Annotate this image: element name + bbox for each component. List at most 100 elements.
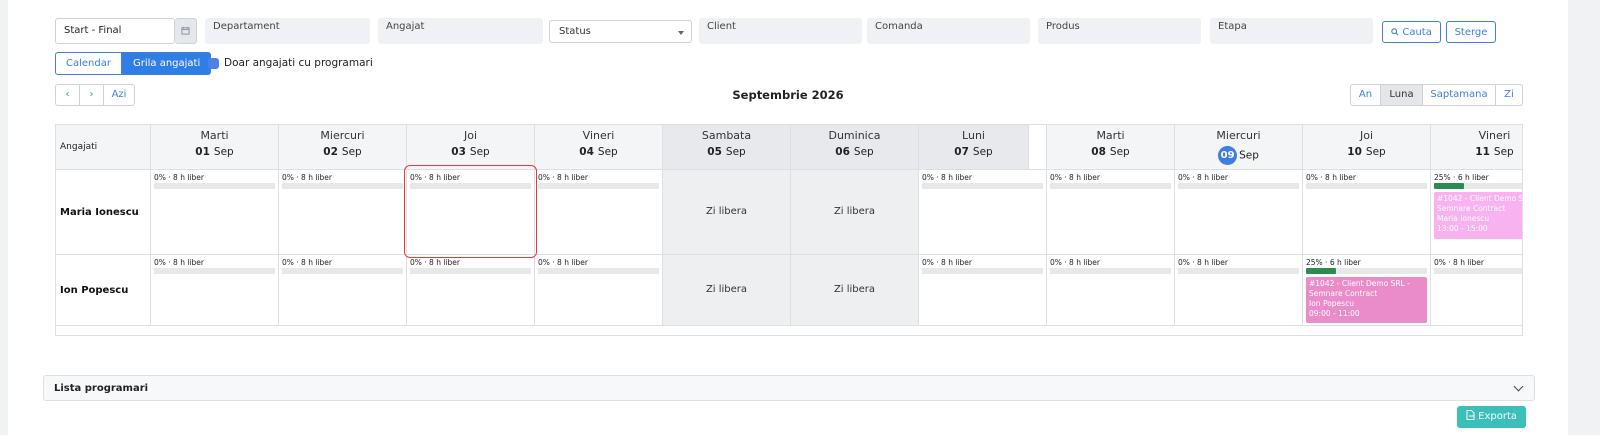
schedule-cell[interactable]: 0% · 8 h liber <box>151 170 279 255</box>
day-date: 07 Sep <box>919 146 1028 158</box>
day-number: 07 <box>954 146 969 158</box>
day-header[interactable]: Luni 07 Sep <box>919 125 1029 170</box>
day-header[interactable]: Joi 10 Sep <box>1303 125 1431 170</box>
checkbox-checked-icon <box>208 57 219 69</box>
day-month: Sep <box>469 146 490 158</box>
appointment-line4: 09:00 - 11:00 <box>1309 309 1360 318</box>
schedule-cell[interactable]: 0% · 8 h liber <box>535 170 663 255</box>
capacity-bar-fill <box>1434 183 1465 189</box>
capacity-label: 25% · 6 h liber <box>1306 258 1361 267</box>
capacity-bar <box>154 183 275 189</box>
day-header[interactable]: Marti 01 Sep <box>151 125 279 170</box>
day-header[interactable]: Miercuri 02 Sep <box>279 125 407 170</box>
schedule-cell[interactable]: 25% · 6 h liber #1042 - Client Demo SRL -… <box>1431 170 1522 255</box>
day-header[interactable]: Marti 08 Sep <box>1047 125 1175 170</box>
day-header[interactable]: Vineri 11 Sep <box>1431 125 1522 170</box>
schedule-cell[interactable]: Zi libera <box>791 255 919 326</box>
etapa-input[interactable]: Etapa <box>1210 18 1373 44</box>
range-year-button[interactable]: An <box>1350 84 1381 106</box>
day-date: 09 Sep <box>1175 146 1302 165</box>
schedule-cell[interactable]: 0% · 8 h liber <box>1175 170 1303 255</box>
appointment-line2: Semnare Contract <box>1437 204 1506 213</box>
day-off-label: Zi libera <box>705 205 748 217</box>
chevron-down-icon <box>1513 381 1524 392</box>
schedule-cell[interactable]: 0% · 8 h liber <box>407 255 535 326</box>
appointment-line1: #1042 - Client Demo SRL - <box>1309 279 1410 288</box>
day-name: Joi <box>1359 129 1374 142</box>
day-month: Sep <box>1109 146 1130 158</box>
schedule-cell[interactable]: 0% · 8 h liber <box>535 255 663 326</box>
chevron-down-icon <box>678 31 684 35</box>
range-week-button[interactable]: Saptamana <box>1423 84 1496 106</box>
schedule-cell[interactable]: 0% · 8 h liber <box>279 170 407 255</box>
schedule-cell[interactable]: 0% · 8 h liber <box>151 255 279 326</box>
schedule-cell[interactable]: 0% · 8 h liber <box>1175 255 1303 326</box>
day-month: Sep <box>213 146 234 158</box>
day-number: 03 <box>451 146 466 158</box>
status-select[interactable]: Status <box>549 20 692 43</box>
day-date: 01 Sep <box>151 146 278 158</box>
clear-button[interactable]: Sterge <box>1446 21 1496 43</box>
appointments-list-accordion[interactable]: Lista programari <box>43 375 1535 401</box>
day-name: Vineri <box>582 129 615 142</box>
capacity-label: 0% · 8 h liber <box>538 258 588 267</box>
schedule-cell[interactable]: Zi libera <box>663 170 791 255</box>
range-day-button[interactable]: Zi <box>1496 84 1523 106</box>
angajat-input[interactable]: Angajat <box>378 18 543 44</box>
schedule-cell[interactable]: 0% · 8 h liber <box>1047 255 1175 326</box>
client-input[interactable]: Client <box>699 18 862 44</box>
status-select-value: Status <box>559 26 591 37</box>
calendar-view-button[interactable]: Calendar <box>55 52 122 75</box>
day-header[interactable]: Duminica 06 Sep <box>791 125 919 170</box>
day-header[interactable]: Sambata 05 Sep <box>663 125 791 170</box>
employee-name: Maria Ionescu <box>56 170 151 255</box>
day-date: 05 Sep <box>663 146 790 158</box>
day-number: 10 <box>1347 146 1362 158</box>
view-toggle: Calendar Grila angajati <box>55 52 212 75</box>
day-name: Vineri <box>1478 129 1511 142</box>
schedule-cell[interactable]: 25% · 6 h liber #1042 - Client Demo SRL -… <box>1303 255 1431 326</box>
schedule-cell[interactable]: Zi libera <box>791 170 919 255</box>
appointment-line2: Semnare Contract <box>1309 289 1378 298</box>
only-scheduled-checkbox[interactable]: Doar angajati cu programari <box>208 57 373 69</box>
day-name: Joi <box>463 129 478 142</box>
grid-view-button[interactable]: Grila angajati <box>121 52 212 75</box>
produs-input[interactable]: Produs <box>1038 18 1201 44</box>
schedule-cell[interactable]: 0% · 8 h liber <box>1047 170 1175 255</box>
day-header[interactable]: Miercuri 09 Sep <box>1175 125 1303 170</box>
schedule-cell[interactable]: 0% · 8 h liber <box>1431 255 1522 326</box>
day-number: 05 <box>707 146 722 158</box>
day-name: Sambata <box>701 129 752 142</box>
day-name: Luni <box>962 129 985 142</box>
schedule-cell[interactable]: 0% · 8 h liber <box>279 255 407 326</box>
day-month: Sep <box>972 146 993 158</box>
departament-input[interactable]: Departament <box>205 18 370 44</box>
main-panel: Start - Final Departament Angajat Status… <box>8 0 1568 435</box>
day-date: 03 Sep <box>407 146 534 158</box>
capacity-label: 0% · 8 h liber <box>1050 173 1100 182</box>
appointment-card[interactable]: #1042 - Client Demo SRL -Semnare Contrac… <box>1434 192 1522 239</box>
calendar-picker-button[interactable] <box>175 18 197 44</box>
day-date: 08 Sep <box>1047 146 1174 158</box>
capacity-label: 0% · 8 h liber <box>410 258 460 267</box>
day-month: Sep <box>725 146 746 158</box>
day-off-label: Zi libera <box>833 283 876 295</box>
schedule-cell[interactable]: 0% · 8 h liber <box>1303 170 1431 255</box>
day-month: Sep <box>1239 149 1259 162</box>
day-header[interactable]: Vineri 04 Sep <box>535 125 663 170</box>
capacity-bar <box>538 268 659 274</box>
appointment-card[interactable]: #1042 - Client Demo SRL -Semnare Contrac… <box>1306 277 1427 323</box>
schedule-cell[interactable]: 0% · 8 h liber <box>919 170 1047 255</box>
export-button[interactable]: Exporta <box>1457 406 1526 428</box>
appointment-line3: Maria Ionescu <box>1437 214 1490 223</box>
capacity-label: 0% · 8 h liber <box>538 173 588 182</box>
range-month-button[interactable]: Luna <box>1381 84 1423 106</box>
comanda-input[interactable]: Comanda <box>867 18 1030 44</box>
schedule-cell[interactable]: Zi libera <box>663 255 791 326</box>
schedule-cell[interactable]: 0% · 8 h liber <box>919 255 1047 326</box>
search-button[interactable]: Cauta <box>1382 21 1441 43</box>
date-range-field[interactable]: Start - Final <box>55 18 175 44</box>
day-month: Sep <box>1493 146 1514 158</box>
day-header[interactable]: Joi 03 Sep <box>407 125 535 170</box>
day-off-label: Zi libera <box>705 283 748 295</box>
